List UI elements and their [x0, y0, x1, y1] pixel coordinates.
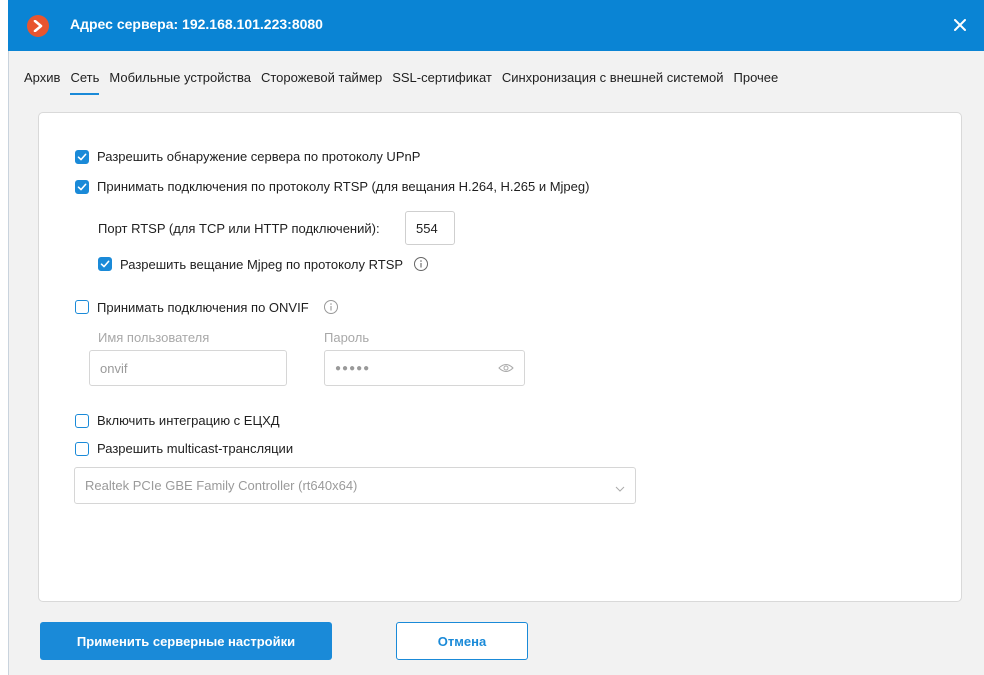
onvif-username-label: Имя пользователя: [98, 330, 210, 345]
title-bar: Адрес сервера: 192.168.101.223:8080: [8, 0, 984, 51]
onvif-password-value: ●●●●●: [335, 362, 371, 374]
tab-external-sync[interactable]: Синхронизация с внешней системой: [502, 70, 724, 100]
onvif-checkbox[interactable]: [75, 300, 89, 314]
rtsp-label: Принимать подключения по протоколу RTSP …: [97, 179, 590, 194]
mjpeg-rtsp-checkbox[interactable]: [98, 257, 112, 271]
check-icon: [100, 260, 110, 268]
rtsp-port-label: Порт RTSP (для TCP или HTTP подключений)…: [98, 221, 380, 236]
apply-server-settings-button[interactable]: Применить серверные настройки: [40, 622, 332, 660]
check-icon: [77, 153, 87, 160]
cancel-button[interactable]: Отмена: [396, 622, 528, 660]
ecchd-option[interactable]: Включить интеграцию с ЕЦХД: [75, 413, 280, 428]
app-logo-icon: [27, 15, 49, 37]
tab-other[interactable]: Прочее: [734, 70, 779, 100]
upnp-option[interactable]: Разрешить обнаружение сервера по протоко…: [75, 149, 420, 164]
rtsp-option[interactable]: Принимать подключения по протоколу RTSP …: [75, 179, 589, 194]
network-adapter-value: Realtek PCIe GBE Family Controller (rt64…: [85, 478, 358, 493]
upnp-label: Разрешить обнаружение сервера по протоко…: [97, 149, 421, 164]
settings-tabs: Архив Сеть Мобильные устройства Сторожев…: [24, 70, 788, 100]
rtsp-port-input[interactable]: 554: [405, 211, 455, 245]
check-icon: [77, 183, 87, 190]
info-icon[interactable]: [323, 299, 339, 315]
tab-ssl-certificate[interactable]: SSL-сертификат: [392, 70, 492, 100]
tab-mobile-devices[interactable]: Мобильные устройства: [109, 70, 251, 100]
eye-icon[interactable]: [498, 362, 514, 377]
onvif-password-label: Пароль: [324, 330, 370, 345]
tab-network[interactable]: Сеть: [70, 70, 99, 100]
ecchd-checkbox[interactable]: [75, 413, 89, 428]
mjpeg-rtsp-label: Разрешить вещание Mjpeg по протоколу RTS…: [120, 256, 404, 272]
onvif-option[interactable]: Принимать подключения по ONVIF: [75, 299, 339, 315]
multicast-checkbox[interactable]: [75, 441, 89, 456]
onvif-password-input[interactable]: ●●●●●: [324, 350, 525, 386]
tab-watchdog[interactable]: Сторожевой таймер: [261, 70, 382, 100]
multicast-option[interactable]: Разрешить multicast-трансляции: [75, 441, 293, 456]
network-adapter-select[interactable]: Realtek PCIe GBE Family Controller (rt64…: [74, 467, 636, 504]
upnp-checkbox[interactable]: [75, 149, 89, 164]
mjpeg-rtsp-option[interactable]: Разрешить вещание Mjpeg по протоколу RTS…: [98, 256, 429, 272]
onvif-label: Принимать подключения по ONVIF: [97, 299, 309, 315]
ecchd-label: Включить интеграцию с ЕЦХД: [97, 413, 280, 428]
info-icon[interactable]: [413, 256, 429, 272]
onvif-username-input[interactable]: onvif: [89, 350, 287, 386]
chevron-down-icon: [615, 481, 625, 496]
multicast-label: Разрешить multicast-трансляции: [97, 441, 294, 456]
rtsp-checkbox[interactable]: [75, 179, 89, 194]
window-title: Адрес сервера: 192.168.101.223:8080: [70, 16, 323, 32]
close-button[interactable]: [948, 13, 972, 37]
tab-archive[interactable]: Архив: [24, 70, 60, 100]
close-icon: [954, 19, 966, 31]
